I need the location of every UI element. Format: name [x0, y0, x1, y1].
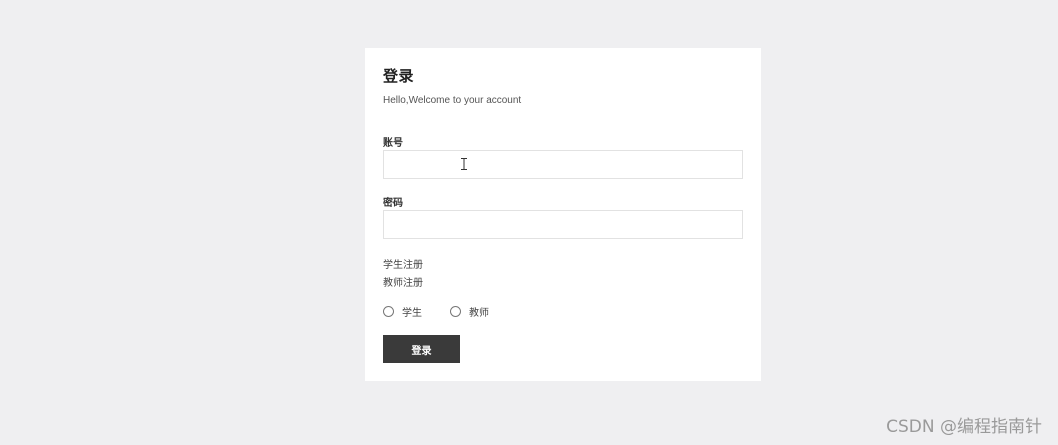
login-button[interactable]: 登录: [383, 335, 460, 363]
login-card: 登录 Hello,Welcome to your account 账号 密码 学…: [365, 48, 761, 381]
radio-student[interactable]: [383, 306, 394, 317]
role-radio-group: 学生 教师: [383, 304, 489, 319]
account-label: 账号: [383, 138, 403, 149]
student-register-link[interactable]: 学生注册: [383, 256, 423, 271]
role-option-teacher[interactable]: 教师: [450, 304, 489, 319]
text-cursor-icon: [461, 158, 467, 170]
role-option-student[interactable]: 学生: [383, 304, 422, 319]
login-title: 登录: [383, 68, 415, 85]
account-input[interactable]: [383, 150, 743, 179]
password-label: 密码: [383, 198, 403, 209]
role-option-student-label: 学生: [402, 308, 422, 319]
login-subtitle: Hello,Welcome to your account: [383, 95, 522, 106]
watermark: CSDN @编程指南针: [886, 417, 1042, 437]
teacher-register-link[interactable]: 教师注册: [383, 274, 423, 289]
password-input[interactable]: [383, 210, 743, 239]
role-option-teacher-label: 教师: [469, 308, 489, 319]
radio-teacher[interactable]: [450, 306, 461, 317]
page: 登录 Hello,Welcome to your account 账号 密码 学…: [0, 0, 1058, 445]
